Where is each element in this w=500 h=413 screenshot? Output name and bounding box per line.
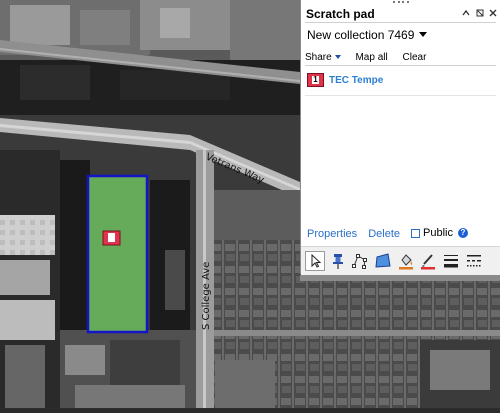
map-all-button[interactable]: Map all [355, 52, 387, 63]
scratch-pad-panel: Scratch pad New collection 7469 Share Ma… [300, 0, 500, 275]
footer-links: Properties Delete [307, 228, 400, 240]
delete-link[interactable]: Delete [368, 228, 400, 240]
chevron-down-icon [419, 32, 428, 37]
public-checkbox[interactable] [411, 228, 420, 238]
collection-polygon[interactable] [86, 174, 149, 334]
item-marker-icon: 1 [307, 73, 324, 87]
street-label-college-ave: S College Ave [201, 262, 212, 330]
pushpin-icon[interactable] [328, 251, 348, 271]
share-button[interactable]: Share [305, 52, 341, 63]
list-item[interactable]: 1 TEC Tempe [307, 71, 383, 89]
line-style-icon[interactable] [464, 251, 484, 271]
panel-titlebar: Scratch pad [301, 4, 500, 22]
drawing-toolbar [301, 246, 500, 275]
map-marker-number: 1 [109, 234, 115, 243]
polyline-icon[interactable] [350, 251, 370, 271]
pointer-icon[interactable] [305, 251, 325, 271]
public-label: Public [423, 227, 453, 239]
close-icon[interactable] [488, 8, 498, 18]
collection-toolbar: Share Map all Clear [305, 52, 438, 63]
item-label[interactable]: TEC Tempe [329, 75, 383, 86]
help-icon[interactable]: ? [458, 228, 468, 238]
polygon-icon[interactable] [373, 251, 393, 271]
clear-button[interactable]: Clear [403, 52, 427, 63]
collection-name: New collection 7469 [307, 28, 415, 42]
chevron-down-icon [334, 55, 341, 59]
map-marker-1[interactable]: 1 [102, 230, 121, 246]
panel-title: Scratch pad [306, 7, 375, 21]
item-number: 1 [313, 75, 318, 84]
pin-icon[interactable] [475, 8, 485, 18]
properties-link[interactable]: Properties [307, 228, 357, 240]
line-width-icon[interactable] [441, 251, 461, 271]
minimize-icon[interactable] [461, 8, 471, 18]
fill-color-icon[interactable] [396, 251, 416, 271]
share-label: Share [305, 52, 332, 63]
public-toggle[interactable]: Public [411, 227, 453, 239]
line-color-icon[interactable] [418, 251, 438, 271]
collection-dropdown[interactable]: New collection 7469 [307, 28, 428, 42]
